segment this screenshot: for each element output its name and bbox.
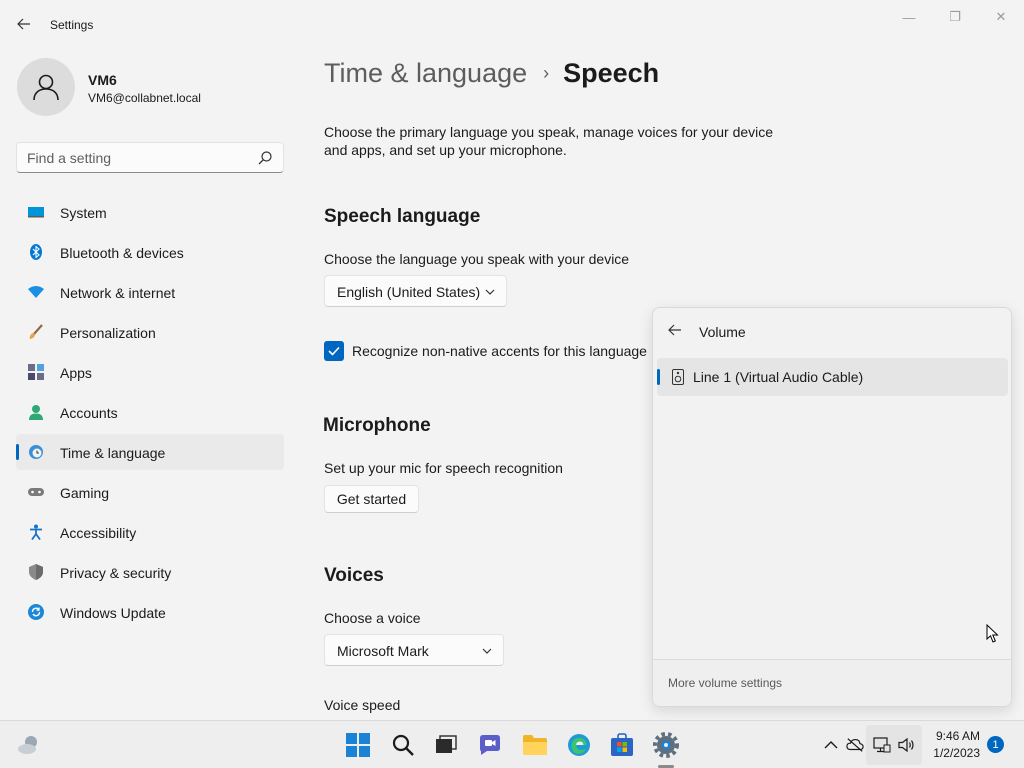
user-name: VM6 xyxy=(88,72,117,88)
weather-icon[interactable] xyxy=(16,732,42,758)
apps-icon xyxy=(28,364,44,380)
chevron-down-icon xyxy=(485,289,495,295)
chevron-right-icon: › xyxy=(543,63,550,83)
edge-icon[interactable] xyxy=(566,732,592,758)
user-icon xyxy=(33,74,59,101)
network-wired-icon[interactable] xyxy=(873,736,891,754)
accessibility-icon xyxy=(28,524,44,540)
breadcrumb: Time & language › Speech xyxy=(324,58,659,89)
file-explorer-icon[interactable] xyxy=(522,732,548,758)
app-title: Settings xyxy=(50,18,94,32)
chevron-up-icon[interactable] xyxy=(822,736,840,754)
brush-icon xyxy=(28,324,44,340)
sidebar-item-label: Gaming xyxy=(60,485,110,501)
speech-language-prompt: Choose the language you speak with your … xyxy=(324,251,630,267)
voice-speed-label: Voice speed xyxy=(324,697,401,713)
microphone-prompt: Set up your mic for speech recognition xyxy=(324,460,563,476)
onedrive-offline-icon[interactable] xyxy=(846,736,864,754)
volume-flyout: Volume Line 1 (Virtual Audio Cable) More… xyxy=(652,307,1012,707)
title-bar: Settings — ❐ ✕ xyxy=(0,0,1024,48)
sidebar-nav: System Bluetooth & devices Network & int… xyxy=(16,194,284,634)
speech-language-heading: Speech language xyxy=(324,206,481,227)
sidebar-item-label: Time & language xyxy=(60,445,166,461)
search-box[interactable] xyxy=(16,142,284,173)
search-input[interactable] xyxy=(27,149,247,167)
sidebar-item-label: Accounts xyxy=(60,405,118,421)
sidebar-item-windows-update[interactable]: Windows Update xyxy=(16,594,284,630)
shield-icon xyxy=(28,564,44,580)
audio-device-item[interactable]: Line 1 (Virtual Audio Cable) xyxy=(657,358,1008,396)
system-icon xyxy=(28,204,44,220)
search-icon[interactable] xyxy=(390,732,416,758)
volume-icon[interactable] xyxy=(898,736,916,754)
sidebar-item-label: Apps xyxy=(60,365,92,381)
flyout-back-button[interactable] xyxy=(667,322,683,338)
notification-badge[interactable]: 1 xyxy=(987,736,1004,753)
gaming-icon xyxy=(28,484,44,500)
start-icon[interactable] xyxy=(345,732,371,758)
update-icon xyxy=(28,604,44,620)
sidebar-item-label: Network & internet xyxy=(60,285,176,301)
voice-prompt: Choose a voice xyxy=(324,610,421,626)
close-button[interactable]: ✕ xyxy=(978,6,1024,28)
accounts-icon xyxy=(28,404,44,420)
sidebar-item-time-language[interactable]: Time & language xyxy=(16,434,284,470)
time-language-icon xyxy=(28,444,44,460)
sidebar-item-label: System xyxy=(60,205,107,221)
back-button[interactable] xyxy=(12,12,36,36)
sidebar-item-label: Accessibility xyxy=(60,525,137,541)
sidebar-item-system[interactable]: System xyxy=(16,194,284,230)
accent-checkbox[interactable] xyxy=(324,341,344,361)
sidebar-item-network[interactable]: Network & internet xyxy=(16,274,284,310)
microphone-heading: Microphone xyxy=(323,415,431,436)
sidebar-item-accounts[interactable]: Accounts xyxy=(16,394,284,430)
mouse-cursor-icon xyxy=(986,624,999,643)
search-icon[interactable] xyxy=(257,150,273,166)
avatar[interactable] xyxy=(17,58,75,116)
voice-dropdown[interactable]: Microsoft Mark xyxy=(324,634,504,666)
sidebar-item-apps[interactable]: Apps xyxy=(16,354,284,390)
speaker-icon xyxy=(672,369,684,385)
sidebar-item-label: Bluetooth & devices xyxy=(60,245,184,261)
page-title: Speech xyxy=(563,58,660,88)
page-description: Choose the primary language you speak, m… xyxy=(324,124,774,158)
sidebar-item-privacy[interactable]: Privacy & security xyxy=(16,554,284,590)
checkmark-icon xyxy=(328,346,340,356)
flyout-title: Volume xyxy=(699,324,746,340)
store-icon[interactable] xyxy=(609,732,635,758)
flyout-footer: More volume settings xyxy=(653,659,1011,706)
back-arrow-icon xyxy=(17,18,30,30)
back-arrow-icon xyxy=(668,324,681,336)
network-icon xyxy=(28,284,44,300)
chat-icon[interactable] xyxy=(477,732,503,758)
maximize-button[interactable]: ❐ xyxy=(932,6,978,28)
speech-language-value: English (United States) xyxy=(337,284,481,300)
taskbar: 9:46 AM 1/2/2023 1 xyxy=(0,720,1024,768)
clock-time[interactable]: 9:46 AM xyxy=(920,729,980,743)
sidebar-item-gaming[interactable]: Gaming xyxy=(16,474,284,510)
get-started-button[interactable]: Get started xyxy=(324,485,419,513)
audio-device-label: Line 1 (Virtual Audio Cable) xyxy=(693,369,864,385)
user-email: VM6@collabnet.local xyxy=(88,91,201,105)
chevron-down-icon xyxy=(482,648,492,654)
sidebar-item-label: Privacy & security xyxy=(60,565,172,581)
task-view-icon[interactable] xyxy=(433,732,459,758)
breadcrumb-parent[interactable]: Time & language xyxy=(324,58,527,89)
speech-language-dropdown[interactable]: English (United States) xyxy=(324,275,507,307)
sidebar-item-label: Personalization xyxy=(60,325,156,341)
voices-heading: Voices xyxy=(324,565,384,586)
sidebar-item-accessibility[interactable]: Accessibility xyxy=(16,514,284,550)
minimize-button[interactable]: — xyxy=(886,6,932,28)
clock-date[interactable]: 1/2/2023 xyxy=(920,746,980,760)
voice-value: Microsoft Mark xyxy=(337,643,429,659)
bluetooth-icon xyxy=(28,244,44,260)
sidebar-item-personalization[interactable]: Personalization xyxy=(16,314,284,350)
sidebar-item-label: Windows Update xyxy=(60,605,166,621)
more-volume-settings-link[interactable]: More volume settings xyxy=(668,676,782,690)
sidebar-item-bluetooth[interactable]: Bluetooth & devices xyxy=(16,234,284,270)
settings-gear-icon[interactable] xyxy=(653,732,679,758)
accent-checkbox-label: Recognize non-native accents for this la… xyxy=(352,343,647,359)
